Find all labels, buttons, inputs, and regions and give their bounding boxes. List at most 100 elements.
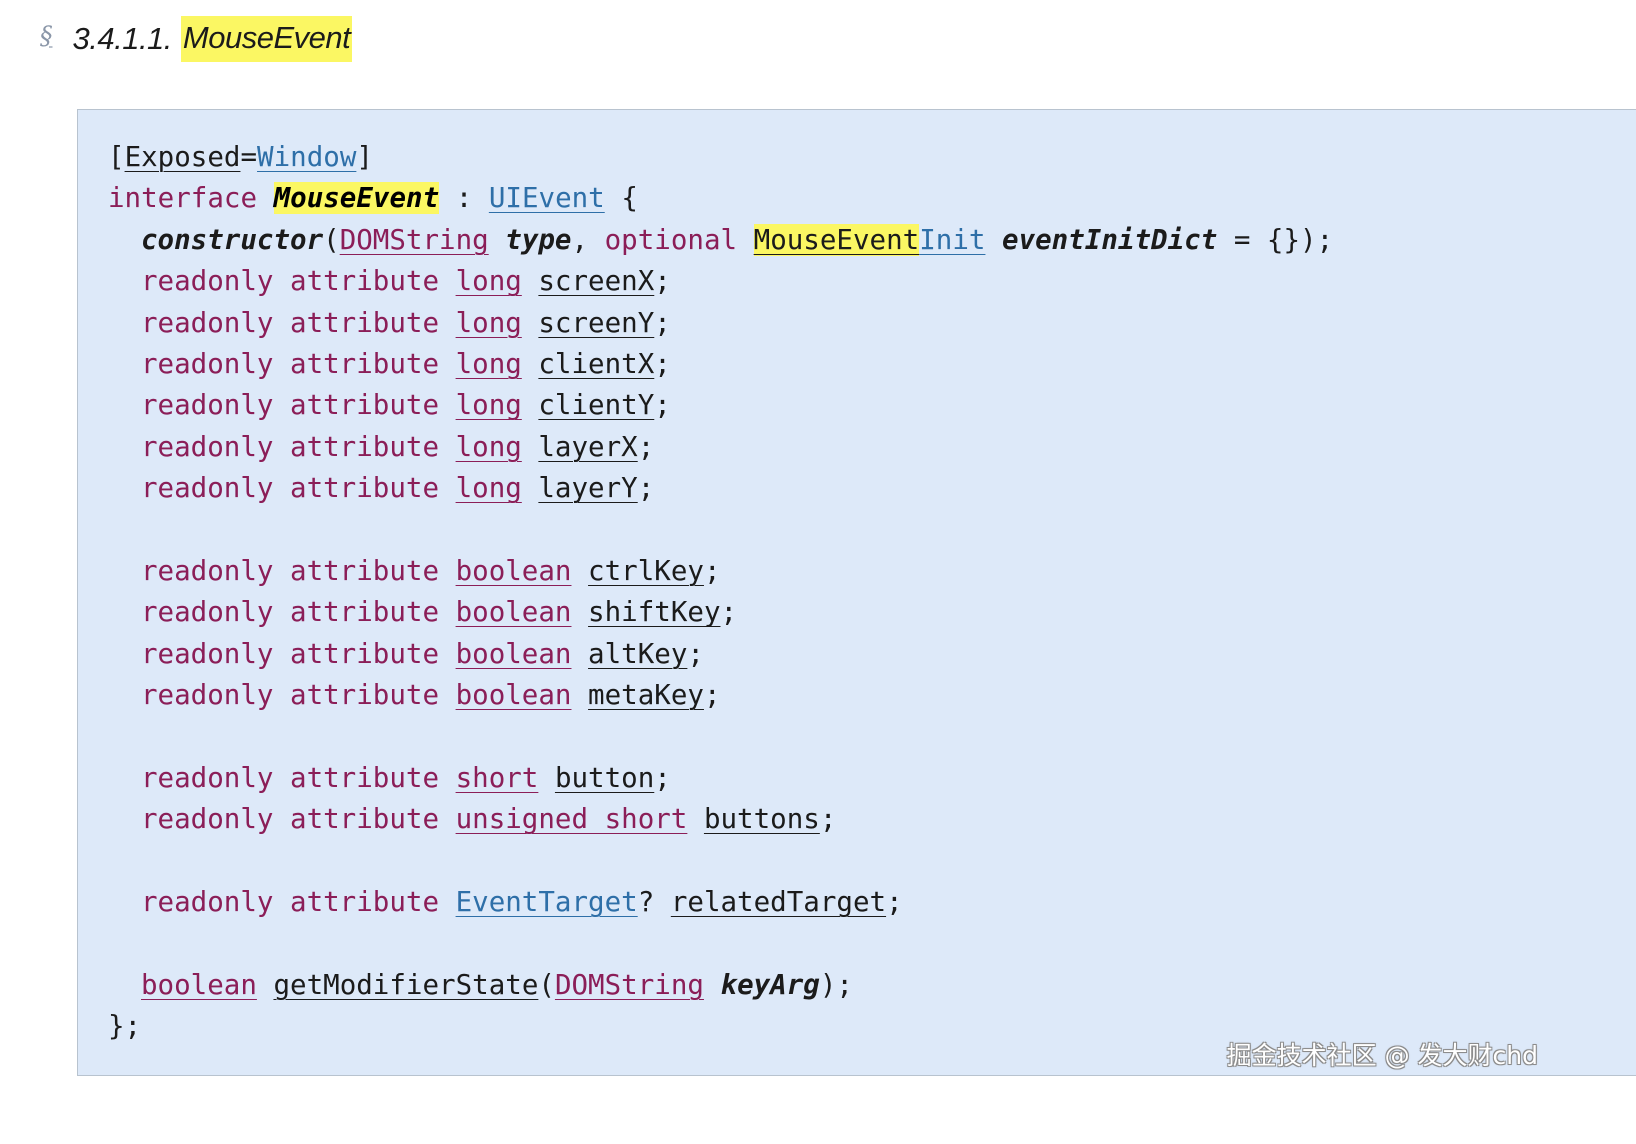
equals-sign: = [240, 141, 258, 173]
paren-open: ( [323, 223, 340, 256]
attribute-line: readonly attribute long clientY; [108, 385, 1333, 426]
constructor-keyword: constructor [141, 223, 324, 256]
attr-keywords: readonly attribute [141, 761, 440, 794]
attr-keywords: readonly attribute [141, 265, 440, 298]
domstring-type-link[interactable]: DOMString [340, 224, 489, 256]
attr-keywords: readonly attribute [141, 306, 440, 339]
mouseeventinit-link-part-b[interactable]: Init [919, 224, 985, 256]
attr-type-link[interactable]: long [456, 431, 522, 463]
constructor-tail: = {}); [1233, 223, 1334, 256]
attribute-line: readonly attribute boolean ctrlKey; [108, 551, 1333, 592]
attribute-line: readonly attribute long clientX; [108, 344, 1333, 385]
attr-name-link[interactable]: clientY [538, 389, 654, 421]
attr-type-link[interactable]: boolean [456, 596, 572, 628]
parent-interface-link[interactable]: UIEvent [489, 182, 605, 214]
attr-name-link[interactable]: ctrlKey [588, 555, 704, 587]
attr-name-link[interactable]: shiftKey [588, 596, 720, 628]
attr-keywords: readonly attribute [141, 554, 440, 587]
open-brace: { [621, 182, 638, 215]
attribute-line: readonly attribute long screenY; [108, 303, 1333, 344]
optional-keyword: optional [604, 223, 738, 256]
attr-type-link[interactable]: boolean [456, 638, 572, 670]
attr-keywords: readonly attribute [141, 637, 440, 670]
semicolon: ; [654, 761, 671, 794]
type-argument: type [505, 223, 572, 256]
semicolon: ; [886, 886, 903, 919]
attr-keywords: readonly attribute [141, 472, 440, 505]
interface-name: MouseEvent [273, 182, 440, 215]
attribute-line: readonly attribute long layerX; [108, 427, 1333, 468]
semicolon: ; [637, 472, 655, 505]
attribute-line: readonly attribute boolean altKey; [108, 634, 1333, 675]
attribute-line: readonly attribute boolean metaKey; [108, 675, 1333, 716]
attr-type-link[interactable]: boolean [456, 555, 572, 587]
attr-keywords: readonly attribute [141, 886, 440, 919]
attr-keywords: readonly attribute [141, 347, 440, 380]
attr-keywords: readonly attribute [141, 803, 440, 836]
attr-name-link[interactable]: screenY [538, 307, 654, 339]
eventinitdict-argument: eventInitDict [1002, 223, 1218, 256]
semicolon: ; [654, 306, 671, 339]
bracket-close: ] [356, 141, 373, 173]
attr-type-link[interactable]: unsigned short [456, 803, 688, 835]
method-tail: ); [819, 968, 853, 1001]
section-heading: § 3.4.1.1. MouseEvent [40, 14, 353, 64]
attr-name-link[interactable]: layerY [538, 472, 637, 504]
closing-line: }; [108, 1006, 1333, 1047]
idl-code: [Exposed=Window] interface MouseEvent : U… [108, 137, 1333, 1048]
attr-keywords: readonly attribute [141, 430, 440, 463]
attr-name-link[interactable]: button [555, 762, 654, 794]
attr-name-link[interactable]: screenX [538, 265, 654, 297]
attr-type-link[interactable]: long [456, 348, 522, 380]
window-link[interactable]: Window [257, 141, 356, 173]
attr-type-link[interactable]: short [456, 762, 539, 794]
semicolon: ; [703, 679, 721, 712]
section-number: 3.4.1.1. [72, 21, 173, 56]
watermark: 掘金技术社区 @ 发大财chd [1226, 1041, 1538, 1070]
close-brace: }; [108, 1010, 142, 1043]
attr-keywords: readonly attribute [141, 389, 440, 422]
nullable-mark: ? [637, 886, 655, 919]
attr-type-link[interactable]: boolean [456, 679, 572, 711]
semicolon: ; [703, 554, 721, 587]
mouseeventinit-link-part-a[interactable]: MouseEvent [753, 223, 920, 256]
paren-open: ( [538, 968, 555, 1001]
attr-name-link[interactable]: layerX [538, 431, 637, 463]
attr-keywords: readonly attribute [141, 596, 440, 629]
relatedtarget-attr-link[interactable]: relatedTarget [671, 886, 886, 918]
semicolon: ; [720, 596, 738, 629]
attr-name-link[interactable]: altKey [588, 638, 687, 670]
attr-type-link[interactable]: long [456, 472, 522, 504]
keyarg-argument: keyArg [720, 968, 820, 1001]
attr-keywords: readonly attribute [141, 679, 440, 712]
attribute-line: readonly attribute short button; [108, 758, 1333, 799]
boolean-return-type-link[interactable]: boolean [141, 969, 257, 1001]
method-line: boolean getModifierState(DOMString keyAr… [108, 965, 1333, 1006]
semicolon: ; [819, 803, 837, 836]
attribute-line: readonly attribute unsigned short button… [108, 799, 1333, 840]
section-anchor-link[interactable]: § [40, 21, 53, 50]
getmodifierstate-method-link[interactable]: getModifierState [273, 969, 538, 1001]
attr-name-link[interactable]: clientX [538, 348, 654, 380]
attribute-line: readonly attribute long layerY; [108, 468, 1333, 509]
domstring-type-link[interactable]: DOMString [555, 969, 704, 1001]
ext-attr-line: [Exposed=Window] [108, 137, 1333, 178]
semicolon: ; [654, 389, 671, 422]
attr-type-link[interactable]: long [456, 307, 522, 339]
semicolon: ; [654, 265, 671, 298]
semicolon: ; [654, 347, 671, 380]
interface-keyword: interface [108, 182, 258, 215]
attr-type-link[interactable]: long [456, 265, 522, 297]
exposed-link[interactable]: Exposed [125, 141, 241, 173]
constructor-line: constructor(DOMString type, optional Mou… [108, 220, 1333, 261]
eventtarget-type-link[interactable]: EventTarget [456, 886, 638, 918]
attribute-line: readonly attribute long screenX; [108, 261, 1333, 302]
attr-type-link[interactable]: long [456, 389, 522, 421]
attr-name-link[interactable]: buttons [704, 803, 820, 835]
attr-name-link[interactable]: metaKey [588, 679, 704, 711]
bracket-open: [ [108, 141, 125, 173]
attribute-line: readonly attribute boolean shiftKey; [108, 592, 1333, 633]
semicolon: ; [687, 637, 704, 670]
section-title: MouseEvent [180, 16, 353, 62]
semicolon: ; [637, 430, 655, 463]
